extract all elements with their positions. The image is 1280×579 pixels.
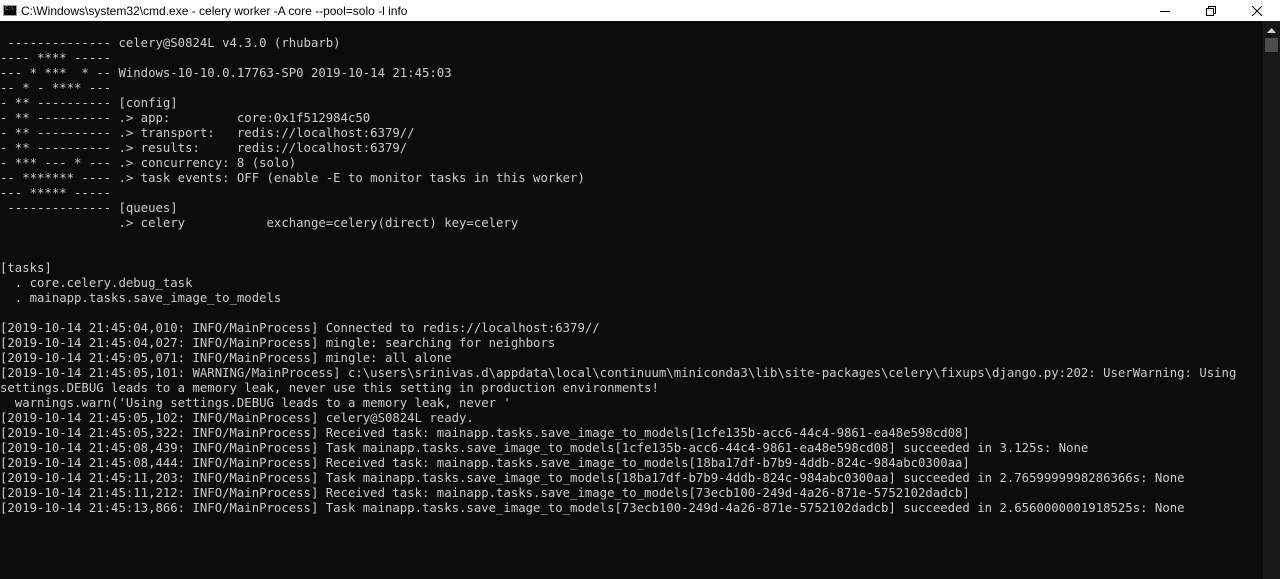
console-line: --- * *** * -- Windows-10-10.0.17763-SP0… [0, 66, 452, 80]
console-line: .> celery exchange=celery(direct) key=ce… [0, 216, 519, 230]
scroll-up-button[interactable] [1263, 21, 1280, 38]
console-line: [2019-10-14 21:45:04,027: INFO/MainProce… [0, 336, 556, 350]
close-icon [1252, 5, 1262, 16]
vertical-scrollbar[interactable] [1263, 21, 1280, 579]
console-line: - ** ---------- .> results: redis://loca… [0, 141, 408, 155]
console-line: [2019-10-14 21:45:05,071: INFO/MainProce… [0, 351, 452, 365]
maximize-icon [1206, 5, 1216, 16]
cmd-app-icon-label: C:\ [5, 6, 15, 12]
console-line: - ** ---------- .> transport: redis://lo… [0, 126, 415, 140]
minimize-button[interactable] [1142, 0, 1188, 21]
console-line: [2019-10-14 21:45:11,212: INFO/MainProce… [0, 486, 970, 500]
console-line: - ** ---------- [config] [0, 96, 178, 110]
scroll-up-arrow-icon [1267, 27, 1276, 33]
console-line: [2019-10-14 21:45:11,203: INFO/MainProce… [0, 471, 1185, 485]
console-output[interactable]: -------------- celery@S0824L v4.3.0 (rhu… [0, 21, 1262, 579]
window-title: C:\Windows\system32\cmd.exe - celery wor… [21, 3, 408, 18]
console-line: [2019-10-14 21:45:05,102: INFO/MainProce… [0, 411, 474, 425]
console-line: -------------- celery@S0824L v4.3.0 (rhu… [0, 36, 341, 50]
console-line: [2019-10-14 21:45:05,322: INFO/MainProce… [0, 426, 970, 440]
console-line: [2019-10-14 21:45:08,439: INFO/MainProce… [0, 441, 1089, 455]
console-line: -- ******* ---- .> task events: OFF (ena… [0, 171, 585, 185]
close-button[interactable] [1234, 0, 1280, 21]
console-line: settings.DEBUG leads to a memory leak, n… [0, 381, 659, 395]
console-line: -------------- [queues] [0, 201, 178, 215]
console-line: [2019-10-14 21:45:13,866: INFO/MainProce… [0, 501, 1185, 515]
console-line: . mainapp.tasks.save_image_to_models [0, 291, 282, 305]
console-lines: -------------- celery@S0824L v4.3.0 (rhu… [0, 36, 1236, 516]
console-line: [2019-10-14 21:45:05,101: WARNING/MainPr… [0, 366, 1237, 380]
title-bar[interactable]: C:\ C:\Windows\system32\cmd.exe - celery… [0, 0, 1280, 21]
console-line: --- ***** ----- [0, 186, 112, 200]
console-line: warnings.warn('Using settings.DEBUG lead… [0, 396, 511, 410]
minimize-icon [1160, 10, 1170, 12]
console-line: [tasks] [0, 261, 52, 275]
console-line: ---- **** ----- [0, 51, 112, 65]
console-line: - ** ---------- .> app: core:0x1f512984c… [0, 111, 371, 125]
console-line: [2019-10-14 21:45:04,010: INFO/MainProce… [0, 321, 600, 335]
console-line: [2019-10-14 21:45:08,444: INFO/MainProce… [0, 456, 970, 470]
console-line: - *** --- * --- .> concurrency: 8 (solo) [0, 156, 297, 170]
cmd-app-icon[interactable]: C:\ [3, 5, 17, 16]
scroll-thumb[interactable] [1265, 38, 1278, 52]
window-controls [1142, 0, 1280, 21]
console-line: -- * - **** --- [0, 81, 112, 95]
maximize-button[interactable] [1188, 0, 1234, 21]
cmd-window: C:\ C:\Windows\system32\cmd.exe - celery… [0, 0, 1280, 579]
console-line: . core.celery.debug_task [0, 276, 193, 290]
